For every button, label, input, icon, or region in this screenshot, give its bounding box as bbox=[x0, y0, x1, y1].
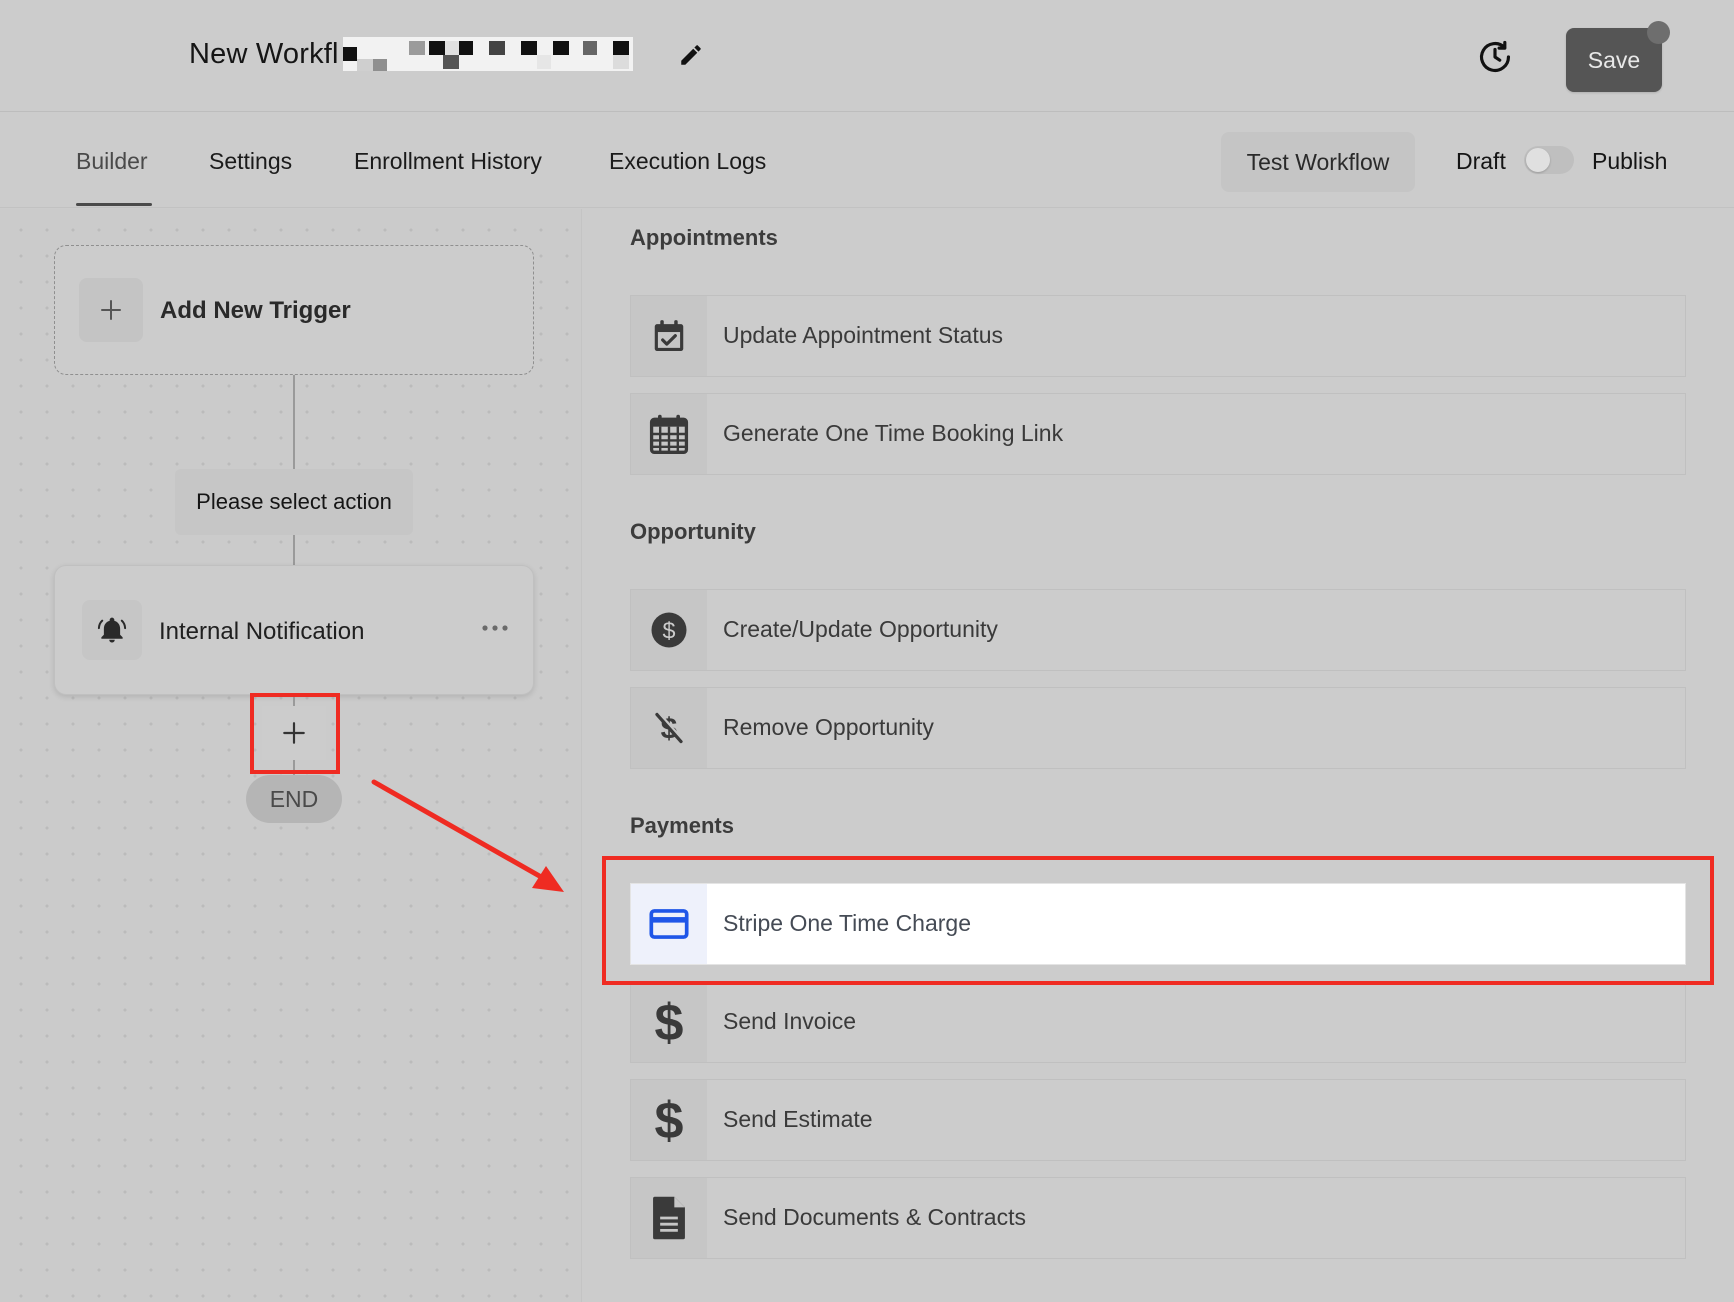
section-title-payments: Payments bbox=[630, 813, 734, 838]
action-send-invoice[interactable]: $ Send Invoice bbox=[630, 981, 1686, 1063]
bell-icon bbox=[82, 600, 142, 660]
action-generate-booking-link[interactable]: Generate One Time Booking Link bbox=[630, 393, 1686, 475]
calendar-grid-icon bbox=[631, 394, 707, 474]
tab-enrollment-history[interactable]: Enrollment History bbox=[354, 148, 542, 175]
dollar-circle-icon: $ bbox=[631, 590, 707, 670]
action-create-update-opportunity[interactable]: $ Create/Update Opportunity bbox=[630, 589, 1686, 671]
workflow-canvas: Add New Trigger Please select action Int… bbox=[0, 209, 582, 1302]
action-label: Create/Update Opportunity bbox=[723, 616, 998, 642]
version-history-button[interactable] bbox=[1474, 36, 1516, 78]
action-stripe-one-time-charge[interactable]: Stripe One Time Charge bbox=[630, 883, 1686, 965]
svg-text:$: $ bbox=[655, 1094, 684, 1146]
dollar-sign-icon: $ bbox=[631, 1080, 707, 1160]
edit-title-button[interactable] bbox=[676, 40, 706, 70]
action-label: Send Documents & Contracts bbox=[723, 1204, 1026, 1230]
credit-card-icon bbox=[631, 884, 707, 964]
document-icon bbox=[631, 1178, 707, 1258]
draft-label: Draft bbox=[1456, 148, 1506, 174]
action-label: Send Invoice bbox=[723, 1008, 856, 1034]
action-send-estimate[interactable]: $ Send Estimate bbox=[630, 1079, 1686, 1161]
plus-icon bbox=[79, 278, 143, 342]
action-update-appointment-status[interactable]: Update Appointment Status bbox=[630, 295, 1686, 377]
section-title-opportunity: Opportunity bbox=[630, 519, 756, 544]
action-label: Generate One Time Booking Link bbox=[723, 420, 1064, 446]
history-icon bbox=[1479, 40, 1511, 73]
workflow-title-area: New Workfl bbox=[189, 32, 633, 76]
connector-line bbox=[293, 535, 295, 565]
action-label: Send Estimate bbox=[723, 1106, 873, 1132]
svg-text:$: $ bbox=[655, 996, 684, 1048]
add-step-button[interactable] bbox=[262, 706, 326, 760]
redacted-title-mask bbox=[342, 37, 633, 71]
more-options-button[interactable] bbox=[477, 610, 513, 646]
action-label: Remove Opportunity bbox=[723, 714, 934, 740]
action-node-label: Internal Notification bbox=[159, 618, 365, 645]
action-label: Update Appointment Status bbox=[723, 322, 1004, 348]
toggle-knob bbox=[1526, 148, 1550, 172]
end-node: END bbox=[246, 775, 342, 823]
workflow-tabs: Builder Settings Enrollment History Exec… bbox=[0, 112, 1734, 208]
workflow-header: New Workfl Save bbox=[0, 0, 1734, 112]
svg-text:$: $ bbox=[663, 617, 676, 643]
tab-builder[interactable]: Builder bbox=[76, 148, 148, 175]
active-tab-indicator bbox=[76, 203, 152, 206]
dollar-off-icon: $ bbox=[631, 688, 707, 768]
publish-label: Publish bbox=[1592, 148, 1668, 174]
ellipsis-icon bbox=[482, 625, 508, 631]
actions-panel: Appointments Update Appointment Status G… bbox=[582, 209, 1734, 1302]
add-trigger-card[interactable]: Add New Trigger bbox=[54, 245, 534, 375]
add-trigger-label: Add New Trigger bbox=[160, 297, 351, 324]
publish-toggle[interactable] bbox=[1524, 146, 1574, 174]
tab-settings[interactable]: Settings bbox=[209, 148, 292, 175]
section-title-appointments: Appointments bbox=[630, 225, 778, 250]
connector-line bbox=[293, 375, 295, 469]
annotation-arrow bbox=[371, 779, 564, 892]
internal-notification-node[interactable]: Internal Notification bbox=[54, 565, 534, 695]
unsaved-indicator bbox=[1647, 21, 1670, 44]
pencil-icon bbox=[681, 45, 701, 65]
select-action-label: Please select action bbox=[175, 469, 413, 535]
tab-execution-logs[interactable]: Execution Logs bbox=[609, 148, 766, 175]
action-send-documents-contracts[interactable]: Send Documents & Contracts bbox=[630, 1177, 1686, 1259]
action-label: Stripe One Time Charge bbox=[723, 910, 972, 936]
action-remove-opportunity[interactable]: $ Remove Opportunity bbox=[630, 687, 1686, 769]
calendar-check-icon bbox=[631, 296, 707, 376]
test-workflow-button[interactable]: Test Workflow bbox=[1221, 132, 1415, 192]
workflow-title: New Workfl bbox=[189, 37, 339, 70]
plus-icon bbox=[283, 722, 305, 744]
dollar-sign-icon: $ bbox=[631, 982, 707, 1062]
